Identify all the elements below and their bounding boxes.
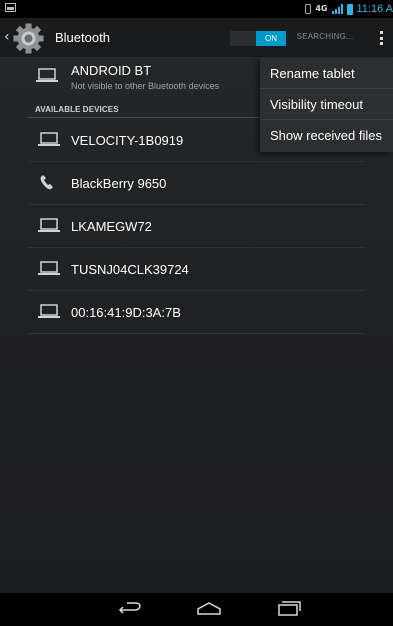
- network-type-label: 4G: [315, 4, 328, 13]
- menu-item-label: Rename tablet: [270, 66, 355, 81]
- menu-item-label: Show received files: [270, 128, 382, 143]
- menu-item-visibility-timeout[interactable]: Visibility timeout: [260, 89, 393, 120]
- menu-item-label: Visibility timeout: [270, 97, 363, 112]
- toggle-on-label: ON: [256, 31, 286, 46]
- device-item[interactable]: 00:16:41:9D:3A:7B: [28, 291, 365, 334]
- clock: 11:16 A: [356, 3, 393, 15]
- phone-icon: [40, 175, 53, 190]
- my-device-name: ANDROID BT: [71, 63, 152, 78]
- back-icon[interactable]: [115, 599, 145, 619]
- navigation-bar: [0, 593, 393, 626]
- page-title: Bluetooth: [55, 30, 110, 45]
- overflow-popup-menu: Rename tablet Visibility timeout Show re…: [260, 58, 393, 152]
- laptop-icon: [36, 68, 58, 82]
- device-name: BlackBerry 9650: [71, 176, 167, 191]
- my-device-visibility: Not visible to other Bluetooth devices: [71, 81, 220, 91]
- menu-item-show-received-files[interactable]: Show received files: [260, 120, 393, 151]
- bluetooth-status-icon: [305, 4, 312, 14]
- device-name: LKAMEGW72: [71, 219, 152, 234]
- laptop-icon: [38, 218, 60, 232]
- signal-icon: [331, 4, 343, 14]
- up-caret-icon[interactable]: ‹: [4, 30, 10, 44]
- laptop-icon: [38, 304, 60, 318]
- laptop-icon: [38, 132, 60, 146]
- menu-item-rename-tablet[interactable]: Rename tablet: [260, 58, 393, 89]
- section-header-label: AVAILABLE DEVICES: [35, 105, 119, 114]
- device-name: TUSNJ04CLK39724: [71, 262, 189, 277]
- settings-gear-icon[interactable]: [12, 22, 45, 55]
- overflow-menu-icon[interactable]: [380, 31, 384, 45]
- device-name: 00:16:41:9D:3A:7B: [71, 305, 181, 320]
- recent-apps-icon[interactable]: [273, 599, 303, 619]
- status-icons: 4G 11:16 A: [305, 2, 393, 16]
- action-bar: ‹ Bluetooth ON SEARCHING...: [0, 18, 393, 58]
- device-name: VELOCITY-1B0919: [71, 133, 184, 148]
- bluetooth-toggle[interactable]: ON: [230, 31, 286, 46]
- home-icon[interactable]: [194, 599, 224, 619]
- notification-icon: [5, 3, 16, 12]
- status-bar: 4G 11:16 A: [0, 0, 393, 18]
- laptop-icon: [38, 261, 60, 275]
- search-button[interactable]: SEARCHING...: [290, 32, 360, 44]
- device-item[interactable]: LKAMEGW72: [28, 205, 365, 248]
- device-item[interactable]: BlackBerry 9650: [28, 162, 365, 205]
- device-item[interactable]: TUSNJ04CLK39724: [28, 248, 365, 291]
- battery-icon: [346, 3, 353, 15]
